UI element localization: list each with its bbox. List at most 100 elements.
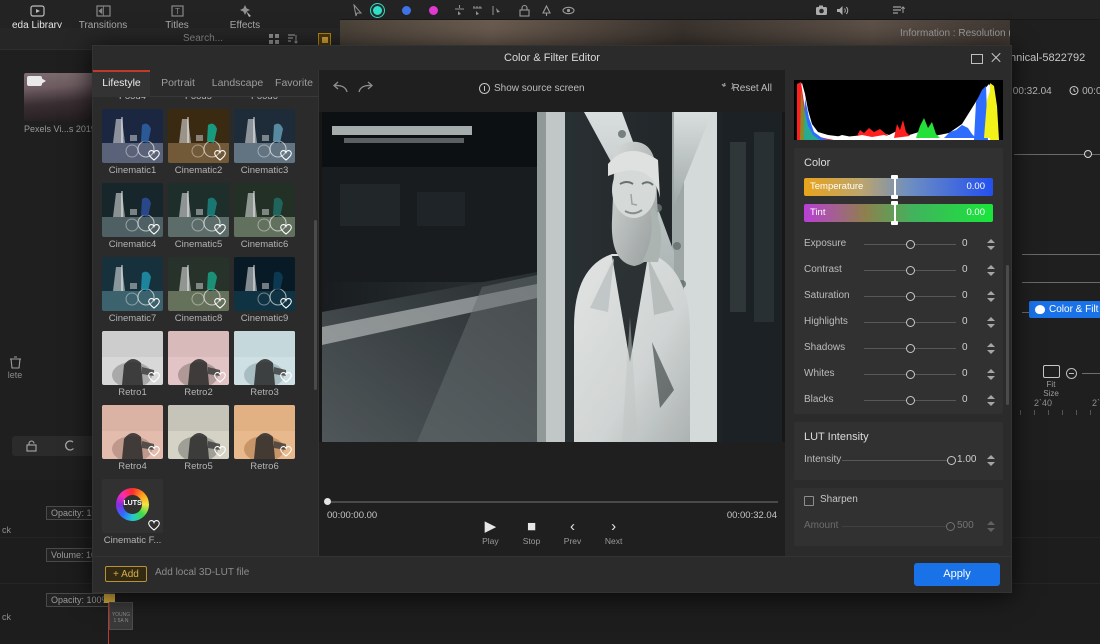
adjust-stepper[interactable] [986, 238, 995, 251]
stop-button[interactable]: ■ Stop [512, 518, 550, 546]
magenta-dot-icon[interactable] [429, 6, 438, 15]
filter-thumbnail[interactable] [102, 183, 163, 237]
filter-thumbnail[interactable] [168, 183, 229, 237]
tab-portrait[interactable]: Portrait [150, 70, 206, 97]
filter-scrollbar[interactable] [314, 220, 317, 390]
favorite-heart-icon[interactable] [214, 224, 226, 235]
fit-size-button[interactable]: Fit Size [1038, 365, 1064, 398]
favorite-heart-icon[interactable] [214, 298, 226, 309]
media-library-item[interactable]: Pexels Vi...s 2019 [24, 73, 96, 134]
next-frame-button[interactable]: › Next [595, 518, 633, 546]
filter-item[interactable]: Retro4 [102, 405, 163, 475]
reset-all-button[interactable]: Reset All [733, 83, 772, 94]
adjust-stepper[interactable] [986, 394, 995, 407]
marker-icon[interactable] [540, 4, 553, 17]
adjust-knob[interactable] [905, 240, 915, 249]
sort-icon[interactable] [287, 34, 298, 44]
filter-item[interactable]: Cinematic9 [234, 257, 295, 327]
property-slider-track[interactable] [1022, 282, 1100, 283]
playback-progress-handle[interactable] [324, 498, 331, 505]
nav-tab-media-library[interactable]: eda Library [0, 2, 74, 33]
filter-thumbnail[interactable] [168, 109, 229, 163]
tab-favorite[interactable]: Favorite [269, 70, 319, 97]
filter-item[interactable]: Retro1 [102, 331, 163, 401]
filter-item[interactable]: Cinematic3 [234, 109, 295, 179]
show-source-screen-button[interactable]: Show source screen [494, 83, 585, 94]
adjust-stepper[interactable] [986, 290, 995, 303]
temperature-handle[interactable] [891, 175, 899, 199]
filter-item[interactable]: Cinematic2 [168, 109, 229, 179]
reset-icon[interactable] [721, 80, 734, 94]
filter-item[interactable]: Cinematic8 [168, 257, 229, 327]
adjust-knob[interactable] [905, 266, 915, 275]
filter-thumbnail[interactable] [234, 257, 295, 311]
filter-thumbnail[interactable] [168, 331, 229, 385]
filter-thumbnail[interactable] [234, 109, 295, 163]
lock-icon[interactable] [26, 440, 37, 455]
refresh-icon[interactable] [64, 440, 76, 455]
amount-track[interactable] [842, 526, 952, 527]
favorite-heart-icon[interactable] [148, 372, 160, 383]
amount-stepper[interactable] [986, 520, 995, 533]
filter-thumbnail[interactable] [168, 405, 229, 459]
filter-item[interactable]: Cinematic5 [168, 183, 229, 253]
add-lut-button[interactable]: + Add [105, 566, 147, 582]
adjust-knob[interactable] [905, 292, 915, 301]
favorite-heart-icon[interactable] [280, 224, 292, 235]
filter-item[interactable]: Retro2 [168, 331, 229, 401]
filter-thumbnail[interactable] [102, 257, 163, 311]
redo-icon[interactable] [357, 81, 374, 95]
filter-thumbnail[interactable] [102, 405, 163, 459]
adjust-knob[interactable] [905, 318, 915, 327]
property-slider-track[interactable] [1022, 254, 1100, 255]
search-input[interactable]: Search... [183, 33, 223, 44]
nav-tab-transitions[interactable]: Transitions [66, 2, 140, 31]
filter-thumbnail[interactable] [168, 257, 229, 311]
snapshot-icon[interactable] [815, 4, 828, 17]
favorite-heart-icon[interactable] [148, 520, 160, 531]
adjust-stepper[interactable] [986, 264, 995, 277]
favorite-heart-icon[interactable] [280, 372, 292, 383]
favorite-heart-icon[interactable] [214, 372, 226, 383]
playback-progress-track[interactable] [326, 501, 778, 503]
filter-item[interactable]: Retro5 [168, 405, 229, 475]
filter-thumbnail[interactable] [102, 331, 163, 385]
filter-item-partial[interactable]: Food5 [168, 97, 229, 105]
close-icon[interactable] [989, 51, 1003, 65]
adjust-knob[interactable] [905, 344, 915, 353]
adjust-stepper[interactable] [986, 342, 995, 355]
filter-thumbnail[interactable] [102, 109, 163, 163]
minimize-icon[interactable] [969, 51, 983, 65]
filter-thumbnail[interactable] [234, 331, 295, 385]
lock-icon[interactable] [518, 4, 531, 17]
tab-landscape[interactable]: Landscape [206, 70, 269, 97]
property-slider-knob[interactable] [1084, 150, 1092, 158]
filter-item-partial[interactable]: Food4 [102, 97, 163, 105]
favorite-heart-icon[interactable] [148, 298, 160, 309]
nav-tab-effects[interactable]: Effects [208, 2, 282, 31]
favorite-heart-icon[interactable] [148, 224, 160, 235]
filter-item-partial[interactable]: Food6 [234, 97, 295, 105]
apply-button[interactable]: Apply [914, 563, 1000, 586]
blue-dot-icon[interactable] [402, 6, 411, 15]
keyframe-add-icon[interactable] [453, 4, 466, 17]
filter-item[interactable]: Cinematic1 [102, 109, 163, 179]
tint-handle[interactable] [891, 201, 899, 225]
favorite-heart-icon[interactable] [280, 298, 292, 309]
keyframe-remove-icon[interactable] [471, 4, 484, 17]
eye-icon[interactable] [562, 4, 575, 17]
tint-slider[interactable]: Tint 0.00 [804, 201, 993, 225]
adjust-stepper[interactable] [986, 368, 995, 381]
volume-icon[interactable] [836, 4, 849, 17]
grid-view-icon[interactable] [269, 34, 280, 44]
filter-item[interactable]: Cinematic6 [234, 183, 295, 253]
adjust-stepper[interactable] [986, 316, 995, 329]
filter-item[interactable]: Cinematic4 [102, 183, 163, 253]
intensity-knob[interactable] [947, 456, 956, 465]
favorite-heart-icon[interactable] [214, 150, 226, 161]
delete-media-button[interactable]: lete [2, 355, 28, 380]
adjust-knob[interactable] [905, 396, 915, 405]
filter-item[interactable]: Retro3 [234, 331, 295, 401]
undo-icon[interactable] [332, 81, 349, 95]
filter-item[interactable]: Cinematic7 [102, 257, 163, 327]
